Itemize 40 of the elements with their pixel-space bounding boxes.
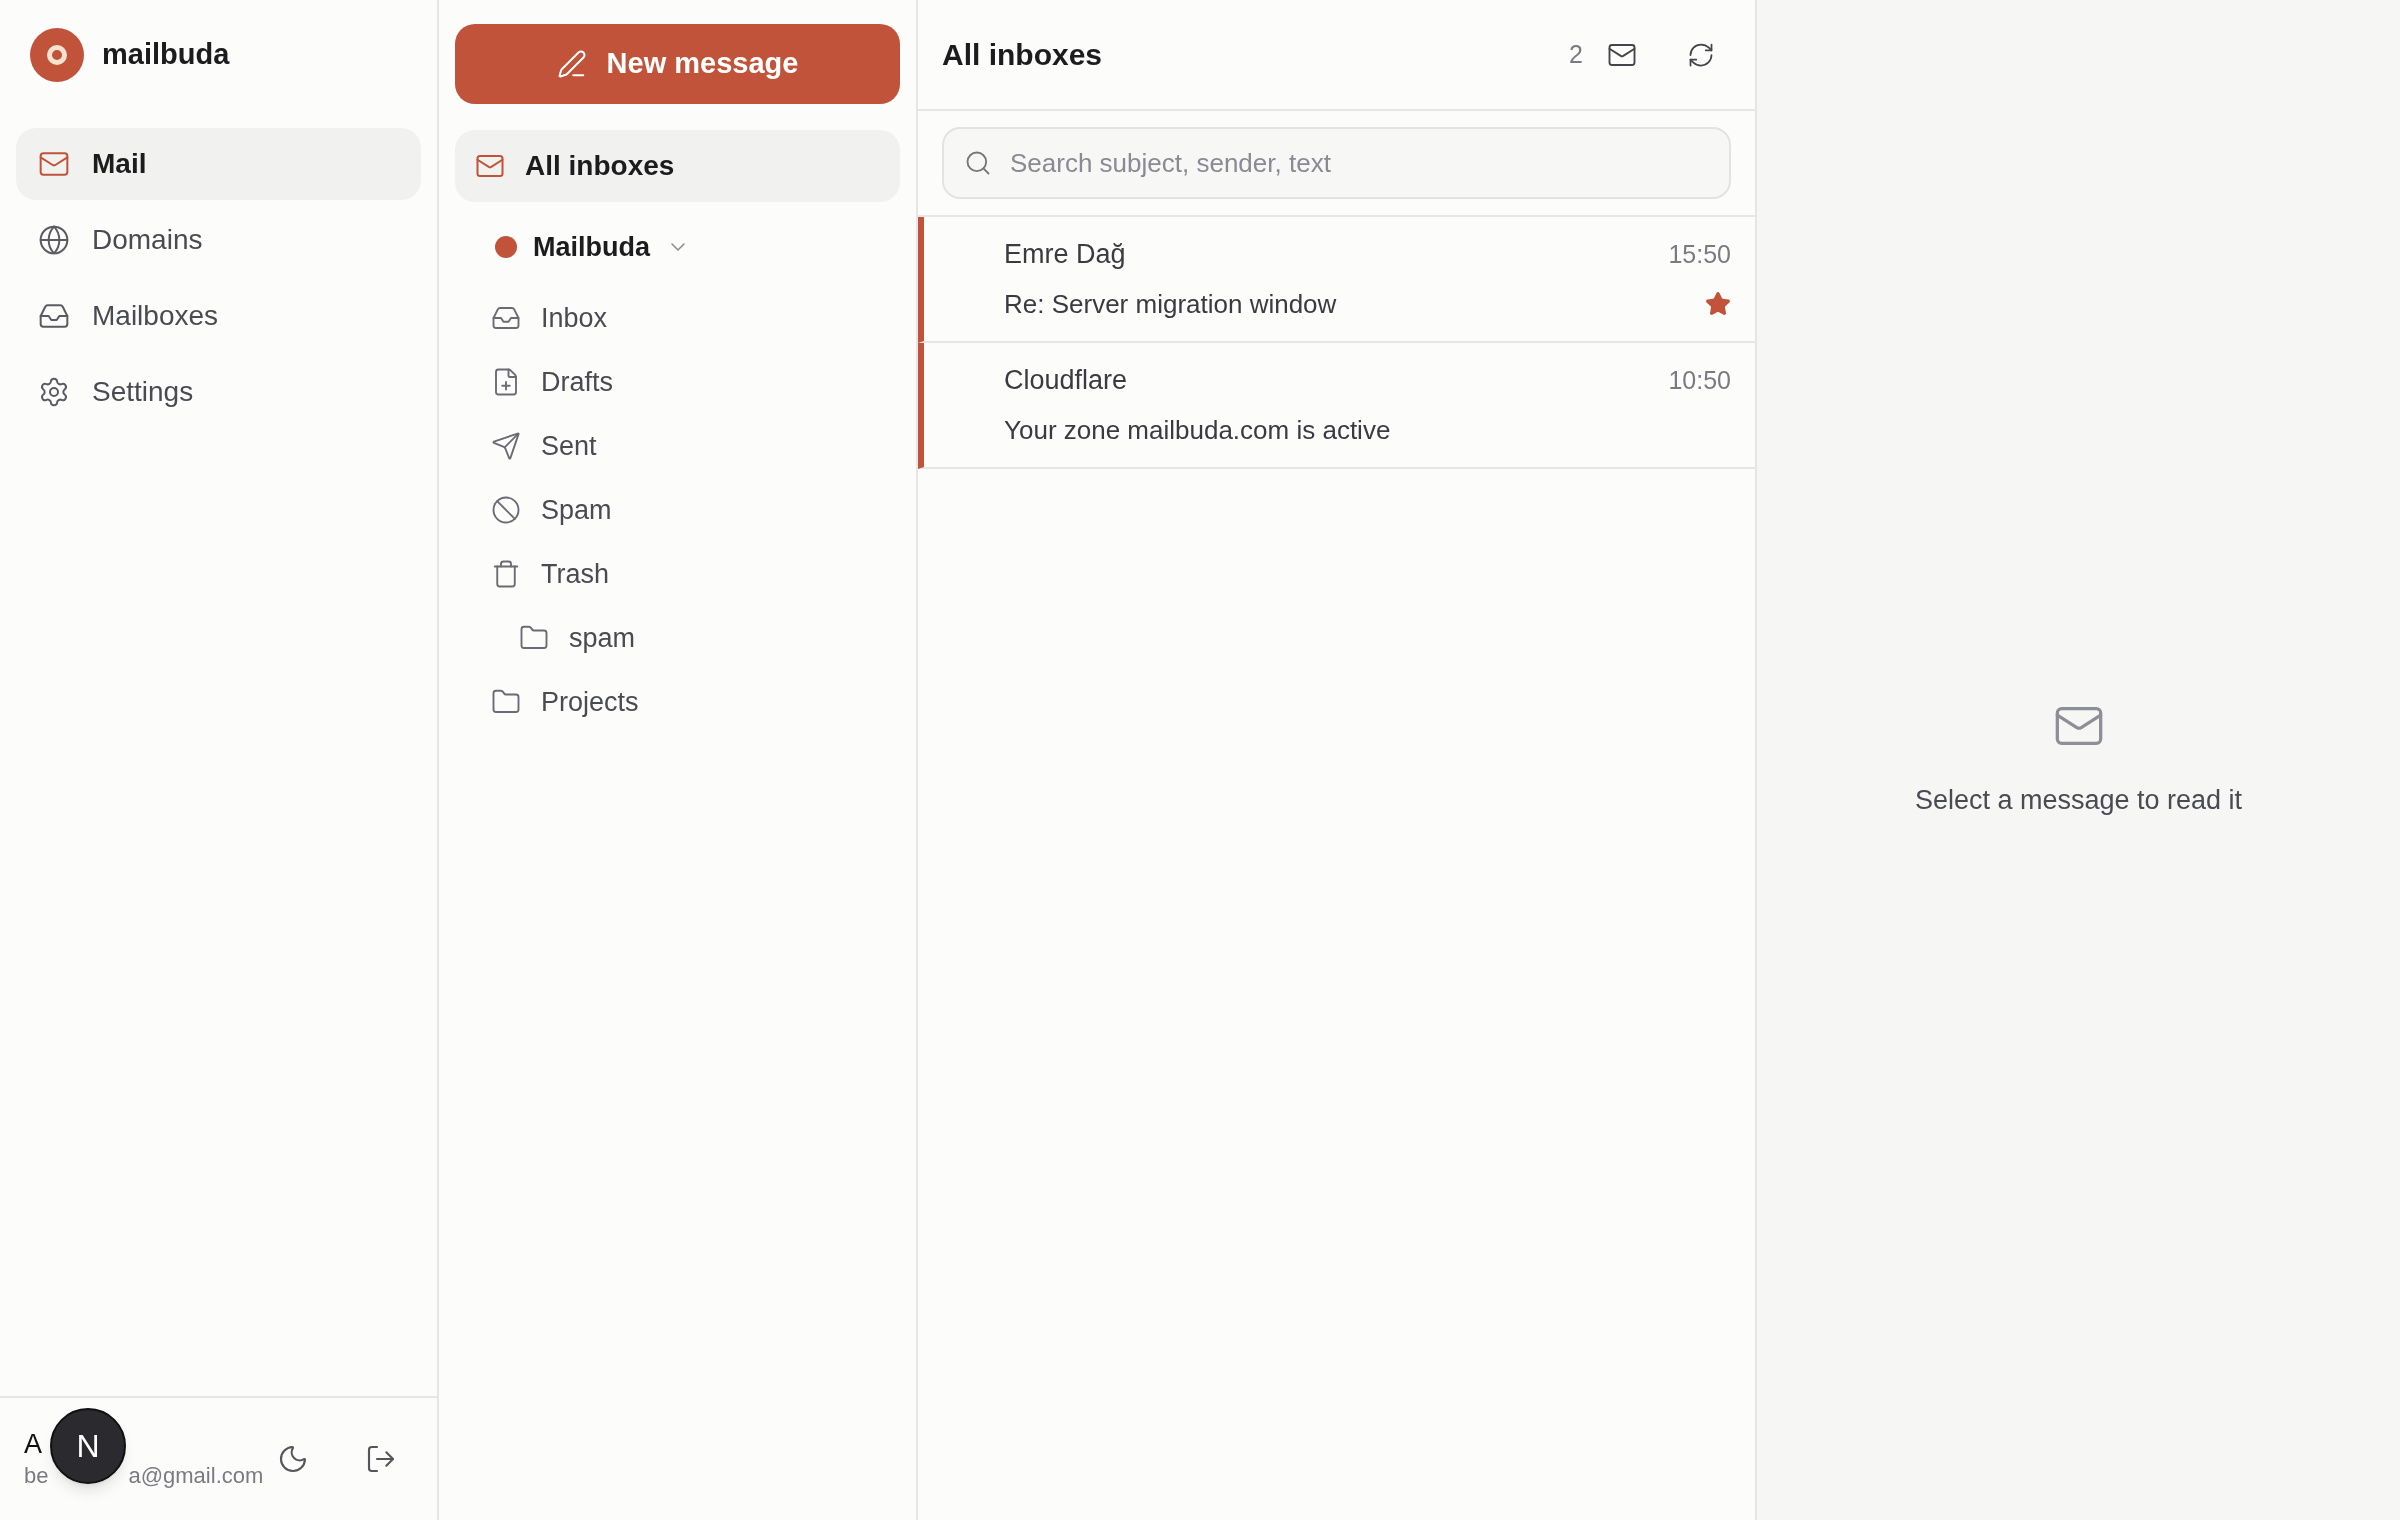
settings-icon [38,376,70,408]
ban-icon [491,495,521,525]
star-icon[interactable] [1705,291,1731,318]
nav-item[interactable]: Mailboxes [16,280,421,352]
pen-icon [556,49,587,79]
paper-plane-icon [491,431,521,461]
logo-icon [30,28,84,82]
message-time: 10:50 [1668,364,1731,396]
user-email: be [24,1462,49,1490]
message-time: 15:50 [1668,238,1731,270]
nav-item[interactable]: Domains [16,204,421,276]
message-subject: Re: Server migration window [1004,287,1338,321]
search-icon [964,149,992,177]
account-header[interactable]: Mailbuda [455,208,900,286]
message-sender: Cloudflare [1004,364,1129,398]
message-count: 2 [1569,38,1583,70]
folder-item[interactable]: spam [455,606,900,670]
folder-item[interactable]: Projects [455,670,900,734]
logout-icon[interactable] [365,1443,397,1475]
folder-item[interactable]: Spam [455,478,900,542]
all-inboxes-item[interactable]: All inboxes [455,130,900,202]
list-title: All inboxes [942,37,1104,73]
new-message-button[interactable]: New message [455,24,900,104]
folder-item[interactable]: Trash [455,542,900,606]
user-email: a@gmail.com [128,1462,264,1490]
dev-badge[interactable]: N [50,1408,126,1484]
brand-name: mailbuda [102,37,230,73]
message-subject: Your zone mailbuda.com is active [1004,413,1392,447]
folder-item[interactable]: Inbox [455,286,900,350]
nav-item[interactable]: Settings [16,356,421,428]
folder-item[interactable]: Drafts [455,350,900,414]
empty-state-text: Select a message to read it [1914,783,2243,817]
user-name: A [24,1428,42,1461]
trash-icon [491,559,521,589]
search-field[interactable]: Search subject, sender, text [942,127,1731,199]
folder-item[interactable]: Sent [455,414,900,478]
nav-item[interactable]: Mail [16,128,421,200]
moon-icon[interactable] [277,1443,309,1475]
globe-icon [38,224,70,256]
message-sender: Emre Dağ [1004,238,1127,272]
